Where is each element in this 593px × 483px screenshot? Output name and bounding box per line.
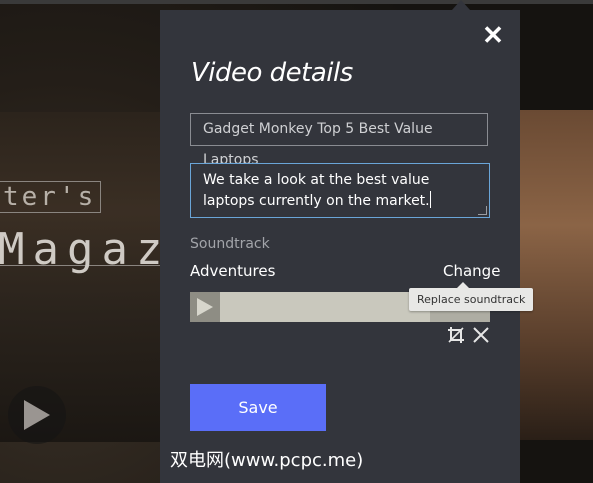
top-strip [0,0,593,4]
text-caret [429,191,431,208]
resize-handle[interactable] [478,206,487,215]
close-icon[interactable]: ✕ [482,22,504,48]
remove-icon[interactable] [472,326,490,344]
description-textarea[interactable]: We take a look at the best value laptops… [190,163,490,218]
play-icon [197,298,213,316]
background-photo-right [520,110,593,440]
soundtrack-label: Soundtrack [190,236,270,252]
change-soundtrack-button[interactable]: Change [443,262,500,280]
video-title-input[interactable]: Gadget Monkey Top 5 Best Value Laptops [190,113,488,168]
video-details-dialog: ✕ Video details Gadget Monkey Top 5 Best… [160,10,534,483]
replace-soundtrack-tooltip: Replace soundtrack [409,282,534,311]
soundtrack-name: Adventures [190,262,276,280]
background-text-line1: ter's [0,181,102,213]
dialog-title: Video details [191,58,353,88]
trim-icon[interactable] [447,326,465,344]
dialog-pointer [452,0,470,10]
description-text: We take a look at the best value laptops… [203,172,430,209]
save-button[interactable]: Save [190,384,326,431]
background-play-button[interactable] [8,386,66,444]
play-icon [24,400,50,430]
watermark: 双电网(www.pcpc.me) [170,450,364,471]
soundtrack-play-button[interactable] [190,292,220,322]
